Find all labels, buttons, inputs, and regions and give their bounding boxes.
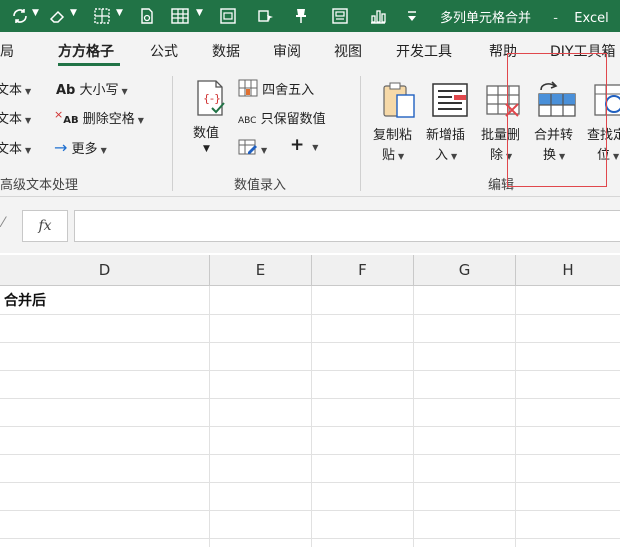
round-button[interactable]: 四舍五入: [238, 79, 314, 101]
more-button[interactable]: → 更多 ▼: [54, 138, 107, 157]
sync-icon[interactable]: [8, 6, 32, 26]
group-separator: [360, 76, 361, 191]
value-dropdown[interactable]: ▼: [203, 144, 210, 154]
cell-d1[interactable]: 合并后: [4, 290, 46, 310]
tab-formulas[interactable]: 公式: [150, 41, 178, 61]
add-button[interactable]: + ▼: [290, 135, 318, 155]
file-icon[interactable]: [136, 6, 158, 26]
case-button[interactable]: Ab 大小写 ▼: [56, 79, 128, 98]
tab-fangfang-gezi[interactable]: 方方格子: [58, 41, 114, 61]
column-header-h[interactable]: H: [516, 255, 620, 285]
round-grid-icon: [238, 79, 258, 101]
group-label-advanced-text: 高级文本处理: [0, 178, 79, 193]
tab-review[interactable]: 审阅: [273, 41, 301, 61]
insert-rows-icon[interactable]: [430, 80, 470, 120]
window-title: 多列单元格合并 - Excel: [440, 11, 609, 26]
highlight-box: [507, 53, 607, 187]
title-bar: ▼ ▼ ▼ ▼ 多列单元格合并 - Excel: [0, 0, 620, 32]
copy-paste-button[interactable]: 贴 ▼: [382, 144, 404, 163]
value-button[interactable]: 数值: [193, 122, 219, 141]
chart-icon[interactable]: [366, 6, 390, 26]
document-name: 多列单元格合并: [440, 11, 532, 26]
column-header-e[interactable]: E: [210, 255, 312, 285]
abc-icon: ABC: [238, 116, 257, 126]
group-separator: [172, 76, 173, 191]
column-header-f[interactable]: F: [312, 255, 414, 285]
chevron-down-icon[interactable]: ▼: [70, 8, 77, 18]
column-header-d[interactable]: D: [0, 255, 210, 285]
copy-paste-label[interactable]: 复制粘: [373, 124, 412, 143]
formula-bar: ⁄ fx: [0, 197, 620, 253]
tab-page-layout[interactable]: 布局: [0, 41, 14, 61]
grid-table-icon[interactable]: [168, 6, 192, 26]
value-format-icon[interactable]: {-}: [192, 78, 228, 118]
edit-format-button[interactable]: ▼: [238, 138, 267, 160]
table-edit-icon: [238, 138, 258, 160]
layout-icon[interactable]: [328, 6, 352, 26]
worksheet-grid[interactable]: 合并后: [0, 286, 620, 547]
pin-icon[interactable]: [290, 6, 312, 26]
chevron-down-icon[interactable]: ▼: [32, 8, 39, 18]
remove-space-icon: ×AB: [54, 108, 79, 126]
insert-label[interactable]: 新增插: [426, 124, 465, 143]
column-header-g[interactable]: G: [414, 255, 516, 285]
group-label-number-entry: 数值录入: [234, 178, 287, 193]
arrow-right-icon: →: [54, 138, 68, 157]
tab-developer[interactable]: 开发工具: [396, 41, 452, 61]
remove-space-button[interactable]: ×AB 删除空格 ▼: [54, 108, 144, 127]
formula-input[interactable]: [74, 210, 620, 242]
chevron-down-icon[interactable]: ▼: [116, 8, 123, 18]
tab-data[interactable]: 数据: [212, 41, 240, 61]
eraser-icon[interactable]: [46, 6, 68, 26]
customize-toolbar-icon[interactable]: [404, 6, 420, 26]
app-name: Excel: [574, 11, 609, 26]
text-menu-1[interactable]: 文本 ▼: [0, 79, 31, 98]
column-headers: D E F G H: [0, 255, 620, 286]
clipboard-icon[interactable]: [380, 80, 418, 120]
text-menu-3[interactable]: 文本 ▼: [0, 138, 31, 157]
keep-value-button[interactable]: ABC 只保留数值: [238, 108, 326, 127]
screen-capture-icon[interactable]: [216, 6, 240, 26]
tab-view[interactable]: 视图: [334, 41, 362, 61]
text-menu-2[interactable]: 文本 ▼: [0, 108, 31, 127]
pointer-select-icon[interactable]: [254, 6, 278, 26]
case-icon: Ab: [56, 83, 76, 98]
borders-icon[interactable]: [90, 6, 114, 26]
divider-icon: ⁄: [2, 215, 5, 231]
insert-function-button[interactable]: fx: [22, 210, 68, 242]
chevron-down-icon[interactable]: ▼: [196, 8, 203, 18]
svg-text:{-}: {-}: [203, 92, 221, 105]
insert-button[interactable]: 入 ▼: [435, 144, 457, 163]
